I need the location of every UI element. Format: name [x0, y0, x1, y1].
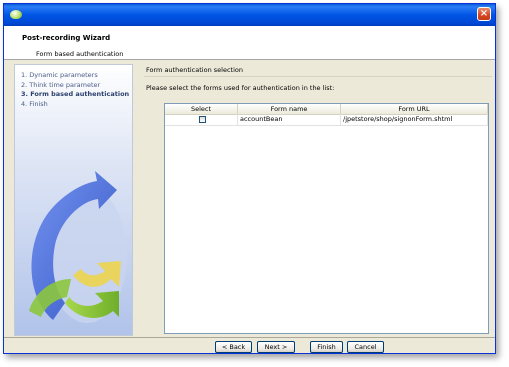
section-title: Form authentication selection [146, 66, 243, 74]
select-checkbox[interactable] [199, 116, 206, 123]
finish-button[interactable]: Finish [310, 341, 343, 353]
instructions-text: Please select the forms used for authent… [146, 84, 335, 92]
footer-divider [4, 337, 495, 338]
step-list: 1. Dynamic parameters 2. Think time para… [21, 71, 129, 109]
close-icon: × [479, 8, 489, 19]
section-divider [144, 76, 492, 77]
next-button[interactable]: Next > [257, 341, 295, 353]
column-header-form-name[interactable]: Form name [238, 104, 341, 114]
step-form-auth: 3. Form based authentication [21, 90, 130, 99]
wizard-header: Post-recording Wizard Form based authent… [4, 26, 495, 60]
page-subtitle: Form based authentication [36, 50, 124, 58]
column-header-form-url[interactable]: Form URL [341, 104, 488, 114]
step-think-time: 2. Think time parameter [21, 80, 101, 89]
forms-table[interactable]: Select Form name Form URL accountBean /j… [164, 103, 489, 334]
app-icon [10, 10, 22, 19]
close-button[interactable]: × [477, 7, 491, 21]
form-name-cell: accountBean [238, 114, 341, 125]
select-cell [165, 114, 238, 125]
step-dynamic-parameters: 1. Dynamic parameters [21, 71, 98, 79]
back-button[interactable]: < Back [215, 341, 252, 353]
cancel-button[interactable]: Cancel [347, 341, 384, 353]
table-row[interactable]: accountBean /jpetstore/shop/signonForm.s… [165, 114, 488, 126]
title-bar[interactable]: × [4, 4, 495, 26]
column-header-select[interactable]: Select [165, 104, 238, 114]
page-title: Post-recording Wizard [22, 34, 111, 42]
step-finish: 4. Finish [21, 99, 48, 108]
wizard-window: × Post-recording Wizard Form based authe… [3, 3, 496, 354]
wizard-sidebar: 1. Dynamic parameters 2. Think time para… [14, 64, 133, 336]
form-url-cell: /jpetstore/shop/signonForm.shtml [341, 114, 488, 125]
